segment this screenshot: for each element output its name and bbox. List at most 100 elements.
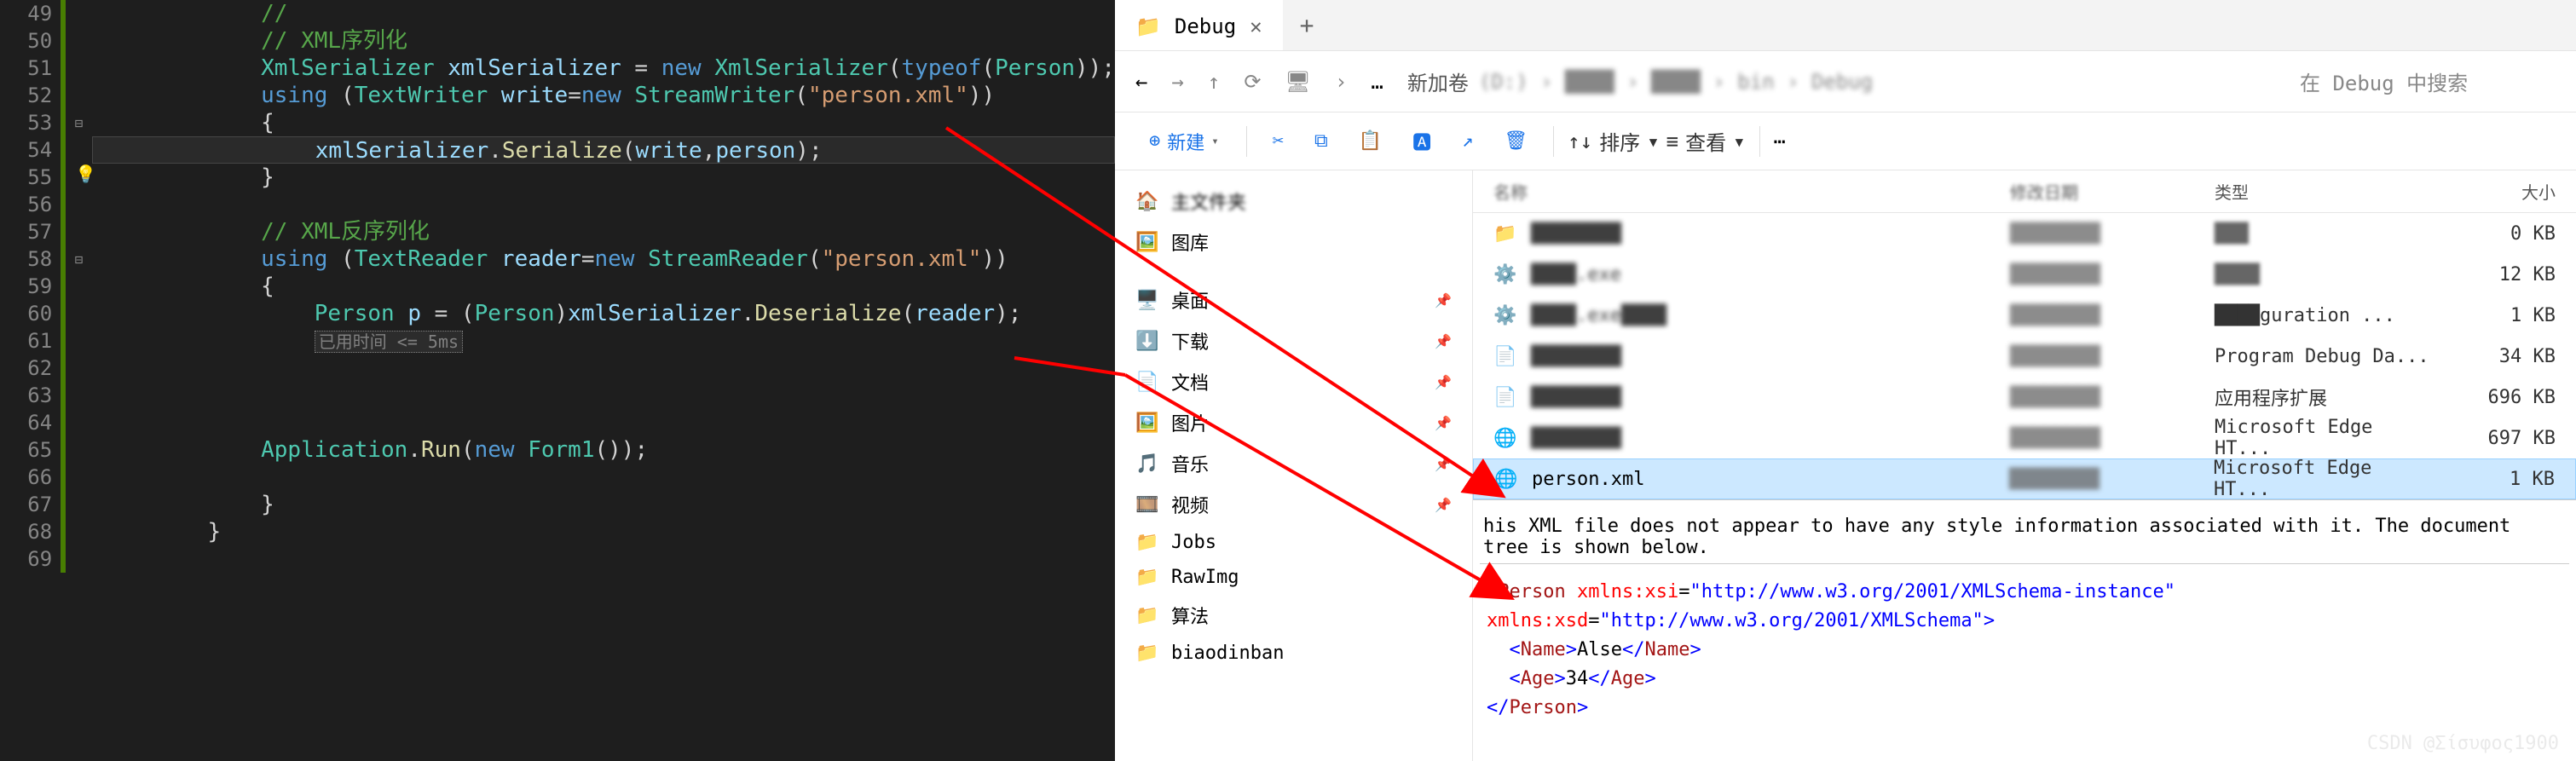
sort-button[interactable]: ↑↓ 排序 ▾	[1568, 126, 1659, 156]
code-content[interactable]: // // XML序列化 XmlSerializer xmlSerializer…	[92, 0, 1115, 573]
code-editor[interactable]: 4950515253545556575859606162636465666768…	[0, 0, 1115, 761]
code-line[interactable]: }	[92, 164, 1115, 191]
file-date: ████████	[2010, 428, 2215, 449]
folder-icon: 📁	[1135, 643, 1159, 664]
paste-button[interactable]: 📋	[1347, 124, 1394, 159]
tab-debug[interactable]: 📁 Debug ✕	[1115, 0, 1283, 50]
sidebar-label: 下载	[1171, 327, 1209, 355]
pin-icon[interactable]: 📌	[1435, 415, 1452, 431]
monitor-icon[interactable]: 🖥	[1285, 70, 1310, 94]
code-line[interactable]: Person p = (Person)xmlSerializer.Deseria…	[92, 300, 1115, 327]
more-button[interactable]: ⋯	[1774, 130, 1786, 153]
file-row[interactable]: 🌐 person.xml ████████ Microsoft Edge HT.…	[1473, 458, 2576, 499]
line-numbers: 4950515253545556575859606162636465666768…	[13, 0, 61, 573]
pin-icon[interactable]: 📌	[1435, 456, 1452, 472]
file-row[interactable]: ⚙️ ████.exe ████████ ████ 12 KB	[1473, 254, 2576, 295]
code-line[interactable]	[92, 545, 1115, 573]
col-date[interactable]: 修改日期	[2010, 179, 2215, 204]
file-row[interactable]: 📄 ████████ ████████ Program Debug Da... …	[1473, 336, 2576, 377]
code-line[interactable]: 已用时间 <= 5ms	[92, 327, 1115, 355]
back-button[interactable]: ←	[1135, 70, 1147, 94]
file-name: ████.exe████	[1531, 305, 2010, 326]
pin-icon[interactable]: 📌	[1435, 333, 1452, 349]
cut-button[interactable]: ✂	[1261, 124, 1296, 159]
sidebar-item[interactable]: 🖼️ 图片 📌	[1115, 402, 1472, 443]
code-line[interactable]: {	[92, 273, 1115, 300]
sidebar-item[interactable]: 🖼️ 图库	[1115, 222, 1472, 262]
share-button[interactable]: ↗	[1450, 124, 1485, 159]
sidebar-item[interactable]: 📄 文档 📌	[1115, 361, 1472, 402]
divider	[1246, 126, 1247, 157]
file-type: 应用程序扩展	[2215, 383, 2436, 411]
file-icon: ⚙️	[1493, 264, 1521, 285]
col-size[interactable]: 大小	[2436, 179, 2556, 204]
sidebar-item[interactable]: 📁 RawImg	[1115, 560, 1472, 595]
code-line[interactable]	[92, 409, 1115, 436]
code-line[interactable]	[92, 382, 1115, 409]
refresh-button[interactable]: ⟳	[1244, 70, 1261, 94]
view-icon: ≡	[1666, 130, 1678, 153]
code-line[interactable]: using (TextReader reader=new StreamReade…	[92, 245, 1115, 273]
close-icon[interactable]: ✕	[1250, 14, 1262, 38]
pin-icon[interactable]: 📌	[1435, 497, 1452, 513]
file-type: Program Debug Da...	[2215, 346, 2436, 367]
folder-icon: 🎞️	[1135, 494, 1159, 516]
file-name: ████████	[1531, 387, 2010, 408]
sidebar-item[interactable]: 📁 biaodinban	[1115, 636, 1472, 671]
delete-button[interactable]: 🗑	[1492, 124, 1539, 159]
rename-button[interactable]: 🅰	[1401, 121, 1443, 162]
search-input[interactable]: 在 Debug 中搜索	[2300, 66, 2556, 96]
code-line[interactable]: using (TextWriter write=new StreamWriter…	[92, 82, 1115, 109]
address-bar[interactable]: 新加卷 (D:) › ████ › ████ › bin › Debug	[1407, 66, 2276, 96]
sidebar-item[interactable]: 🏠 主文件夹	[1115, 181, 1472, 222]
code-line[interactable]: //	[92, 0, 1115, 27]
folder-icon: 📁	[1135, 532, 1159, 553]
sidebar-label: RawImg	[1171, 567, 1239, 588]
sidebar-label: 图片	[1171, 409, 1209, 436]
file-date: ████████	[2010, 264, 2215, 285]
code-line[interactable]: XmlSerializer xmlSerializer = new XmlSer…	[92, 55, 1115, 82]
code-line[interactable]	[92, 191, 1115, 218]
file-type: Microsoft Edge HT...	[2215, 417, 2436, 459]
file-icon: 📄	[1493, 387, 1521, 408]
col-name[interactable]: 名称	[1493, 179, 2010, 204]
forward-button[interactable]: →	[1171, 70, 1183, 94]
fold-margin[interactable]: ⊟⊟	[66, 0, 93, 573]
sidebar-item[interactable]: 📁 Jobs	[1115, 525, 1472, 560]
lightbulb-icon[interactable]: 💡	[75, 164, 96, 184]
file-date: ████████	[2010, 387, 2215, 408]
sidebar-item[interactable]: 📁 算法	[1115, 595, 1472, 636]
code-line[interactable]: Application.Run(new Form1());	[92, 436, 1115, 464]
breadcrumb-more[interactable]: …	[1371, 70, 1383, 94]
code-line[interactable]: }	[92, 518, 1115, 545]
view-button[interactable]: ≡ 查看 ▾	[1666, 126, 1746, 156]
code-line[interactable]: {	[92, 109, 1115, 136]
new-tab-button[interactable]: +	[1283, 11, 1331, 39]
code-line[interactable]	[92, 464, 1115, 491]
col-type[interactable]: 类型	[2215, 179, 2436, 204]
file-row[interactable]: 🌐 ████████ ████████ Microsoft Edge HT...…	[1473, 418, 2576, 458]
marker-margin	[0, 0, 13, 573]
up-button[interactable]: ↑	[1208, 70, 1220, 94]
file-row[interactable]: ⚙️ ████.exe████ ████████ ████guration ..…	[1473, 295, 2576, 336]
chevron-down-icon: ▾	[1733, 130, 1745, 153]
file-row[interactable]: 📁 ████████ ████████ ███ 0 KB	[1473, 213, 2576, 254]
code-line[interactable]: // XML序列化	[92, 27, 1115, 55]
new-button[interactable]: ⊕ 新建 ▾	[1135, 123, 1233, 160]
file-icon: 🌐	[1494, 469, 1522, 490]
file-list-header[interactable]: 名称 修改日期 类型 大小	[1473, 170, 2576, 213]
sidebar-item[interactable]: 🎞️ 视频 📌	[1115, 484, 1472, 525]
pin-icon[interactable]: 📌	[1435, 374, 1452, 390]
copy-button[interactable]: ⧉	[1302, 124, 1340, 159]
sidebar-item[interactable]: ⬇️ 下载 📌	[1115, 320, 1472, 361]
pin-icon[interactable]: 📌	[1435, 292, 1452, 308]
sidebar-item[interactable]: 🖥️ 桌面 📌	[1115, 280, 1472, 320]
file-name: ████████	[1531, 346, 2010, 367]
sidebar-item[interactable]: 🎵 音乐 📌	[1115, 443, 1472, 484]
code-line[interactable]: xmlSerializer.Serialize(write,person);	[92, 136, 1115, 164]
code-line[interactable]	[92, 355, 1115, 382]
code-line[interactable]: }	[92, 491, 1115, 518]
code-line[interactable]: // XML反序列化	[92, 218, 1115, 245]
file-row[interactable]: 📄 ████████ ████████ 应用程序扩展 696 KB	[1473, 377, 2576, 418]
sidebar-label: 视频	[1171, 491, 1209, 518]
